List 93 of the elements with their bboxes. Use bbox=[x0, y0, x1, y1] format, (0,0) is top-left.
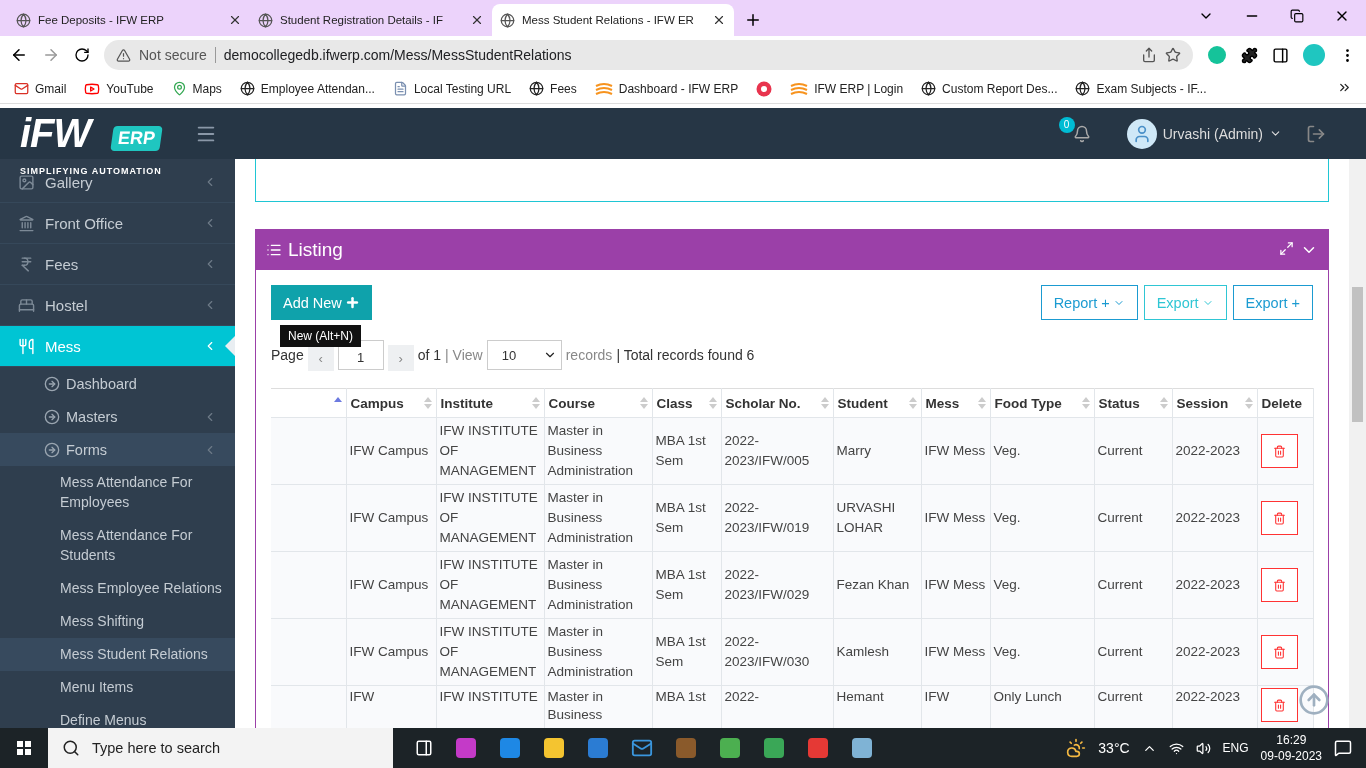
table-cell: 2022-2023 bbox=[1172, 551, 1257, 619]
table-cell: 2022-2023 bbox=[1172, 484, 1257, 552]
sidebar-subitem[interactable]: Masters bbox=[0, 400, 235, 433]
sidebar-link[interactable]: Mess Employee Relations bbox=[0, 572, 235, 605]
bookmark[interactable]: Custom Report Des... bbox=[921, 81, 1058, 96]
table-cell: IFW INSTITUTE bbox=[436, 685, 544, 728]
table-cell: 2022-2023 bbox=[1172, 618, 1257, 686]
table-cell: Current bbox=[1094, 685, 1172, 728]
table-cell: Master in Business Administration bbox=[544, 484, 652, 552]
bookmark[interactable]: Employee Attendan... bbox=[239, 81, 375, 96]
bookmark[interactable]: IFW ERP | Login bbox=[790, 81, 904, 96]
table-cell: Marry bbox=[833, 417, 921, 485]
table-cell: IFW bbox=[346, 685, 436, 728]
table-cell: URVASHI LOHAR bbox=[833, 484, 921, 552]
table-cell: Current bbox=[1094, 551, 1172, 619]
tooltip: New (Alt+N) bbox=[280, 325, 361, 347]
table-cell: Veg. bbox=[990, 551, 1094, 619]
table-cell: Veg. bbox=[990, 417, 1094, 485]
page-label: Page bbox=[271, 347, 304, 363]
table-cell: Only Lunch bbox=[990, 685, 1094, 728]
sidebar-link[interactable]: Menu Items bbox=[0, 671, 235, 704]
table-cell: Current bbox=[1094, 417, 1172, 485]
table-cell: Master in Business Administration bbox=[544, 618, 652, 686]
sidebar-subitem[interactable]: Forms bbox=[0, 433, 235, 466]
table-cell: 2022-2023/IFW/005 bbox=[721, 417, 833, 485]
clock-date[interactable]: 09-09-2023 bbox=[1260, 748, 1322, 764]
bookmark[interactable]: Fees bbox=[529, 81, 577, 96]
url-text: democollegedb.ifwerp.com/Mess/MessStudentRelations bbox=[223, 47, 573, 63]
table-cell: 2022-2023/IFW/029 bbox=[721, 551, 833, 619]
table-cell: MBA 1st Sem bbox=[652, 618, 721, 686]
sidebar-link[interactable]: Define Menus bbox=[0, 704, 235, 728]
table-cell: Veg. bbox=[990, 618, 1094, 686]
browser-tab[interactable]: Mess Student Relations - IFW ER bbox=[492, 4, 734, 36]
sidebar-link[interactable]: Mess Attendance For Employees bbox=[0, 466, 235, 519]
notification-badge: 0 bbox=[1058, 116, 1075, 133]
table-cell: 2022-2023/IFW/019 bbox=[721, 484, 833, 552]
table-cell: MBA 1st Sem bbox=[652, 551, 721, 619]
table-cell: Current bbox=[1094, 618, 1172, 686]
sidebar-link[interactable]: Mess Shifting bbox=[0, 605, 235, 638]
table-cell: 2022-2023 bbox=[1172, 685, 1257, 728]
table-cell: IFW INSTITUTE OF MANAGEMENT bbox=[436, 551, 544, 619]
records-total: | Total records found 6 bbox=[616, 347, 755, 363]
table-cell: IFW bbox=[921, 685, 990, 728]
table-cell: Kamlesh bbox=[833, 618, 921, 686]
security-label: Not secure bbox=[139, 47, 207, 63]
taskbar-search[interactable]: Type here to search bbox=[48, 728, 393, 768]
bookmark[interactable]: Exam Subjects - IF... bbox=[1075, 81, 1207, 96]
panel-title: Listing bbox=[288, 239, 343, 261]
bookmark[interactable]: Dashboard - IFW ERP bbox=[594, 81, 739, 96]
clock-time[interactable]: 16:29 bbox=[1276, 732, 1307, 748]
address-bar[interactable]: Not secure democollegedb.ifwerp.com/Mess/MessStudentRelations bbox=[104, 40, 1193, 70]
table-cell: Master in Business Administration bbox=[544, 417, 652, 485]
view-label: | View bbox=[445, 347, 483, 363]
table-cell: Fezan Khan bbox=[833, 551, 921, 619]
sidebar-link[interactable]: Mess Student Relations bbox=[0, 638, 235, 671]
sidebar-subitem[interactable]: Dashboard bbox=[0, 367, 235, 400]
table-cell: Master in Business bbox=[544, 685, 652, 728]
browser-tab[interactable]: Fee Deposits - IFW ERP bbox=[8, 4, 250, 36]
table-cell: IFW Campus bbox=[346, 618, 436, 686]
table-cell: IFW INSTITUTE OF MANAGEMENT bbox=[436, 618, 544, 686]
page-size-select[interactable]: 10 bbox=[486, 340, 562, 370]
table-cell: IFW Campus bbox=[346, 551, 436, 619]
table-cell: IFW Campus bbox=[346, 417, 436, 485]
table-cell: MBA 1st Sem bbox=[652, 417, 721, 485]
bookmark[interactable]: Gmail bbox=[14, 81, 67, 96]
logo-tagline: SIMPLIFYING AUTOMATION bbox=[20, 166, 162, 176]
table-cell: 2022- bbox=[721, 685, 833, 728]
table-cell: MBA 1st Sem bbox=[652, 484, 721, 552]
table-cell: IFW INSTITUTE OF MANAGEMENT bbox=[436, 484, 544, 552]
table-cell: IFW Mess bbox=[921, 417, 990, 485]
records-label: records bbox=[565, 347, 613, 363]
table-cell: IFW INSTITUTE OF MANAGEMENT bbox=[436, 417, 544, 485]
table-cell: Master in Business Administration bbox=[544, 551, 652, 619]
table-cell: IFW Mess bbox=[921, 551, 990, 619]
user-menu[interactable]: Urvashi (Admin) bbox=[1126, 118, 1282, 149]
table-cell: Current bbox=[1094, 484, 1172, 552]
bookmark[interactable]: Local Testing URL bbox=[392, 81, 512, 96]
browser-tab[interactable]: Student Registration Details - IF bbox=[250, 4, 492, 36]
temperature: 33°C bbox=[1098, 740, 1130, 756]
bookmark[interactable]: YouTube bbox=[84, 80, 154, 97]
table-cell: Veg. bbox=[990, 484, 1094, 552]
table-cell: MBA 1st bbox=[652, 685, 721, 728]
table-cell: IFW Mess bbox=[921, 484, 990, 552]
bookmark[interactable]: Maps bbox=[171, 81, 222, 96]
language-indicator[interactable]: ENG bbox=[1222, 741, 1249, 755]
page-count: of 1 bbox=[417, 347, 442, 363]
sidebar-link[interactable]: Mess Attendance For Students bbox=[0, 519, 235, 572]
table-cell: 2022-2023/IFW/030 bbox=[721, 618, 833, 686]
table-cell: Hemant bbox=[833, 685, 921, 728]
logo-badge: ERP bbox=[110, 126, 163, 151]
table-cell: IFW Mess bbox=[921, 618, 990, 686]
table-cell: IFW Campus bbox=[346, 484, 436, 552]
table-cell: 2022-2023 bbox=[1172, 417, 1257, 485]
